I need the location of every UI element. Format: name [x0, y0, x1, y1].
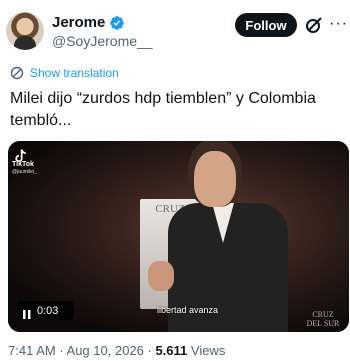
tweet-text: Milei dijo “zurdos hdp tiemblen” y Colom…	[10, 90, 316, 129]
video-time: 0:03	[37, 304, 59, 317]
video-caption: libertad avanza	[157, 305, 219, 315]
pause-icon[interactable]	[23, 306, 31, 319]
timestamp[interactable]: 7:41 AM · Aug 10, 2026 ·	[8, 343, 155, 358]
grok-icon[interactable]	[304, 15, 324, 35]
views-label: Views	[187, 343, 226, 358]
show-translation-link[interactable]: Show translation	[30, 66, 119, 80]
speaker-head	[194, 151, 236, 207]
follow-button[interactable]: Follow	[235, 13, 297, 37]
handle[interactable]: @SoyJerome__	[52, 33, 153, 49]
author-name-row: Jerome	[52, 14, 125, 31]
show-translation[interactable]: Show translation	[10, 66, 119, 80]
broadcaster-watermark: CRUZ DEL SUR	[306, 310, 340, 328]
video-player[interactable]: CRUZ TikTok @jaumilei_ libertad avanza C…	[8, 141, 349, 332]
display-name[interactable]: Jerome	[52, 14, 105, 31]
tweet-header: Jerome @SoyJerome__ Follow ···	[0, 0, 350, 58]
verified-badge-icon	[109, 15, 125, 31]
translate-icon	[10, 66, 24, 80]
tweet-meta: 7:41 AM · Aug 10, 2026 · 5.611 Views	[8, 343, 225, 358]
more-horizontal-icon[interactable]: ···	[329, 15, 347, 35]
views-count: 5.611	[155, 343, 188, 358]
tiktok-label: TikTok	[12, 161, 34, 168]
avatar[interactable]	[6, 12, 44, 50]
video-time-pill[interactable]: 0:03	[17, 301, 74, 320]
tiktok-username: @jaumilei_	[12, 169, 37, 175]
speaker-hand	[148, 261, 174, 291]
